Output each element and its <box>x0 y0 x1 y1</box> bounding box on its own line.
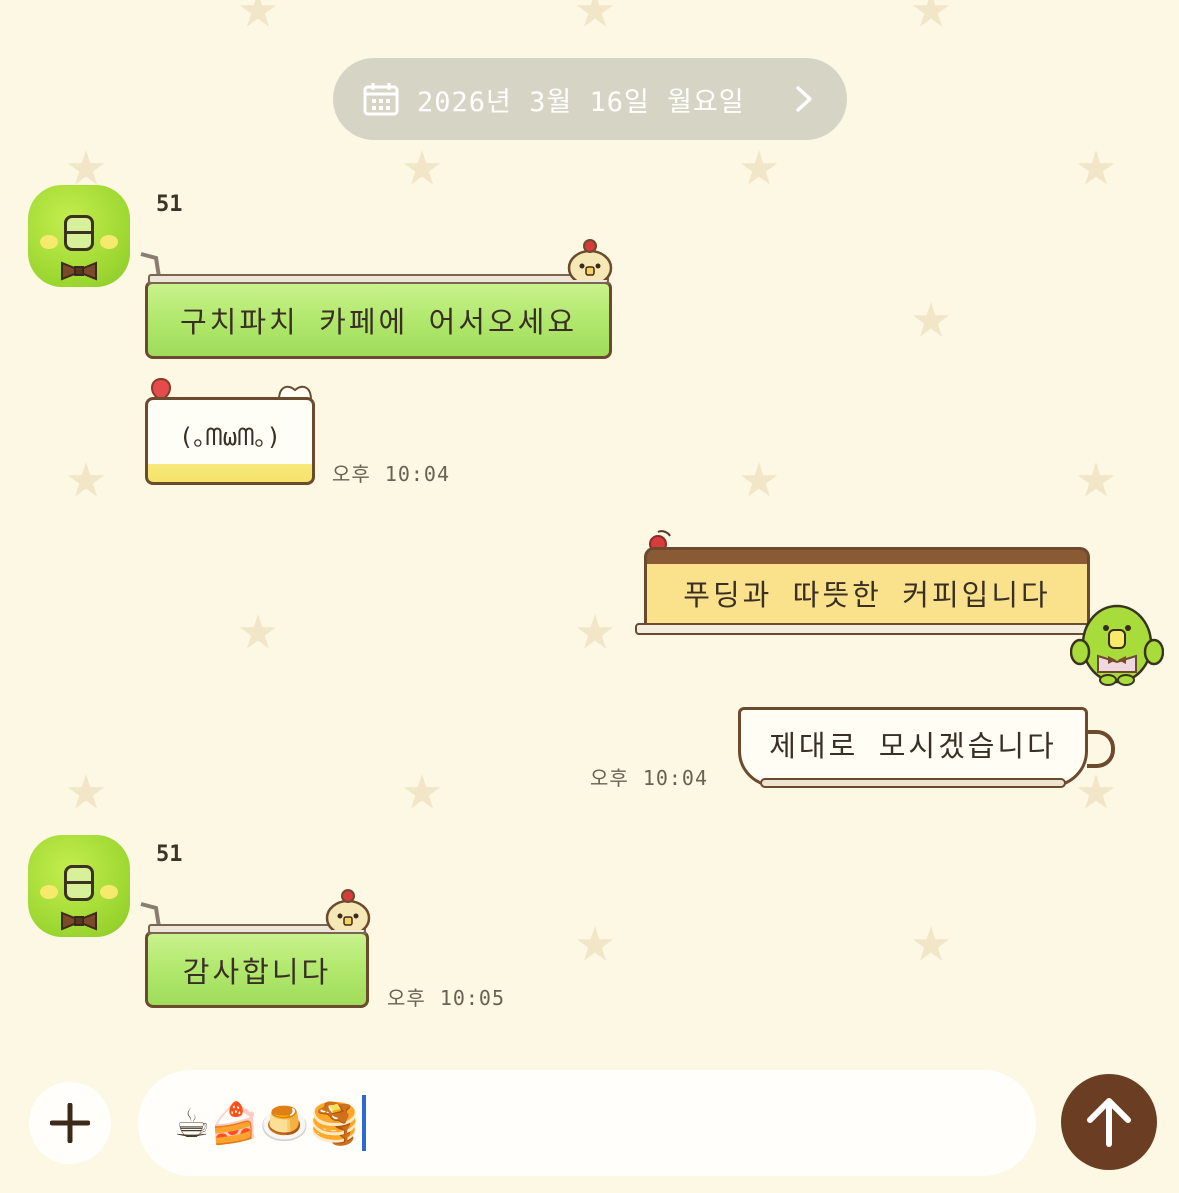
waiter-mascot-icon <box>1070 604 1164 686</box>
timestamp-time: 10:05 <box>439 986 506 1010</box>
avatar-cheek <box>40 235 58 249</box>
avatar-beak <box>64 865 94 901</box>
chick-mascot-icon <box>567 239 613 280</box>
avatar-cheek <box>100 235 118 249</box>
star-icon <box>912 0 950 27</box>
timestamp-ampm: 오후 <box>590 766 629 790</box>
star-icon <box>67 150 105 185</box>
avatar-cheek <box>100 885 118 899</box>
date-divider-button[interactable]: 2026년 3월 16일 월요일 <box>333 58 847 140</box>
timestamp-time: 10:04 <box>642 766 709 790</box>
timestamp-ampm: 오후 <box>387 986 426 1010</box>
message-bubble[interactable]: 감사합니다 <box>145 924 369 1008</box>
arrow-up-icon <box>1087 1098 1131 1147</box>
message-text: 제대로 모시겠습니다 <box>769 729 1057 763</box>
star-icon <box>67 462 105 497</box>
message-bubble[interactable]: 푸딩과 따뜻한 커피입니다 <box>635 547 1090 635</box>
star-icon <box>740 462 778 497</box>
star-icon <box>912 302 950 337</box>
avatar-cheek <box>40 885 58 899</box>
message-timestamp: 오후 10:04 <box>590 762 708 791</box>
message-input-value: ☕🍰🍮🥞 <box>174 1100 360 1147</box>
text-caret <box>362 1095 367 1151</box>
add-attachment-button[interactable] <box>29 1082 111 1164</box>
star-icon <box>239 614 277 649</box>
avatar-beak <box>64 215 94 251</box>
star-icon <box>740 150 778 185</box>
message-timestamp: 오후 10:04 <box>332 458 450 487</box>
message-text: 구치파치 카페에 어서오세요 <box>179 305 578 339</box>
message-bubble[interactable]: (｡ᗰωᗰ｡) <box>145 397 315 485</box>
calendar-icon <box>363 83 399 116</box>
message-text: 푸딩과 따뜻한 커피입니다 <box>683 578 1051 612</box>
sender-name: 51 <box>156 842 183 867</box>
bow-tie-icon <box>61 261 97 281</box>
avatar[interactable] <box>28 185 130 287</box>
cup-saucer <box>760 778 1066 788</box>
chick-mascot-icon <box>325 889 371 930</box>
date-divider-text: 2026년 3월 16일 월요일 <box>417 86 745 118</box>
star-icon <box>239 0 277 27</box>
star-icon <box>576 0 614 27</box>
message-timestamp: 오후 10:05 <box>387 982 505 1011</box>
message-text: 감사합니다 <box>182 954 332 989</box>
star-icon <box>1077 462 1115 497</box>
timestamp-time: 10:04 <box>384 462 451 486</box>
star-icon <box>1077 774 1115 809</box>
star-icon <box>403 150 441 185</box>
message-bubble[interactable]: 구치파치 카페에 어서오세요 <box>145 274 612 359</box>
star-icon <box>576 926 614 961</box>
message-bubble[interactable]: 제대로 모시겠습니다 <box>738 707 1115 787</box>
plus-icon <box>50 1103 90 1143</box>
avatar[interactable] <box>28 835 130 937</box>
send-button[interactable] <box>1061 1074 1157 1170</box>
sender-name: 51 <box>156 192 183 217</box>
chevron-right-icon <box>796 86 812 112</box>
star-icon <box>403 774 441 809</box>
message-text: (｡ᗰωᗰ｡) <box>178 422 281 451</box>
star-icon <box>912 926 950 961</box>
bow-tie-icon <box>61 911 97 931</box>
message-input[interactable]: ☕🍰🍮🥞 <box>138 1070 1036 1176</box>
star-icon <box>576 614 614 649</box>
star-icon <box>1077 150 1115 185</box>
star-icon <box>67 774 105 809</box>
timestamp-ampm: 오후 <box>332 462 371 486</box>
